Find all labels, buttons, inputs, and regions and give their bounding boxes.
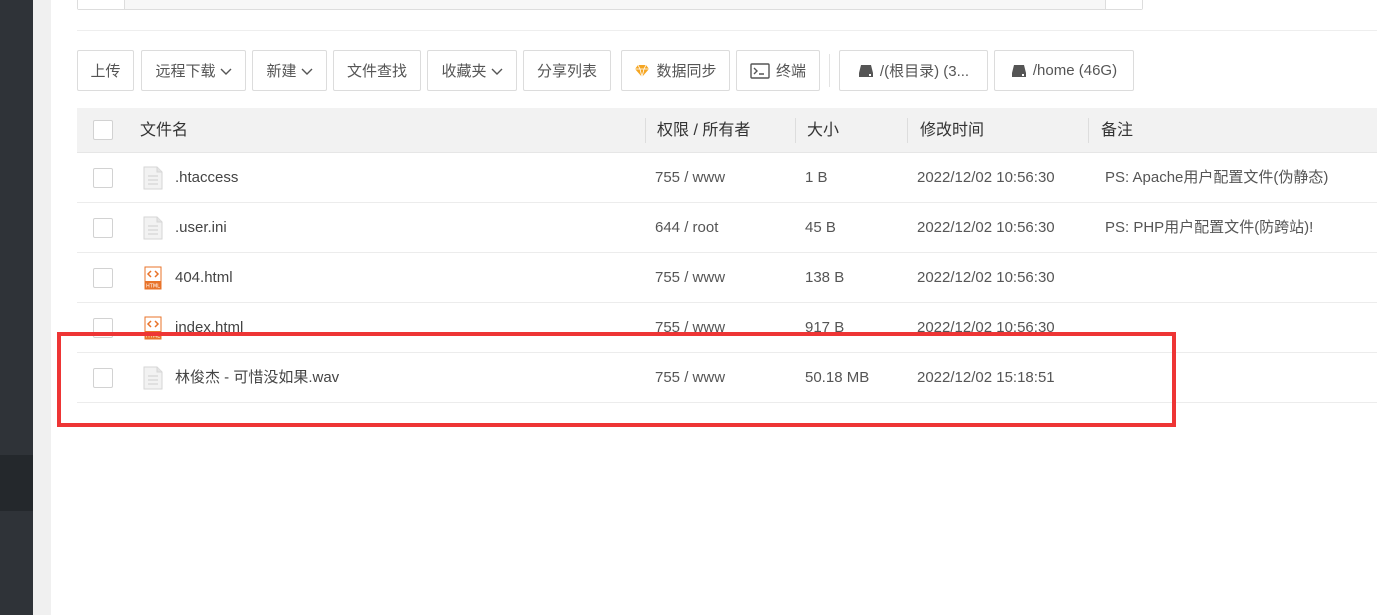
disk-root-button[interactable]: /(根目录) (3...: [839, 50, 988, 91]
divider: [77, 30, 1377, 31]
file-name[interactable]: index.html: [175, 303, 243, 353]
file-search-button[interactable]: 文件查找: [333, 50, 421, 91]
favorites-label: 收藏夹: [441, 63, 487, 80]
chevron-down-icon: [220, 68, 231, 75]
remote-download-label: 远程下载: [155, 63, 216, 80]
file-modified-time: 2022/12/02 15:18:51: [917, 369, 1055, 386]
file-size: 50.18 MB: [805, 369, 870, 386]
file-note[interactable]: PS: PHP用户配置文件(防跨站)!: [1105, 203, 1313, 253]
file-icon: [143, 216, 163, 240]
file-modified-time: 2022/12/02 10:56:30: [917, 319, 1055, 336]
html-file-icon: HTML: [144, 266, 162, 290]
file-icon: [143, 166, 163, 190]
header-modified-time[interactable]: 修改时间: [920, 108, 984, 153]
disk-icon: [858, 64, 873, 77]
file-modified-time: 2022/12/02 10:56:30: [917, 269, 1055, 286]
file-search-label: 文件查找: [346, 63, 407, 80]
file-modified-time: 2022/12/02 10:56:30: [917, 219, 1055, 236]
file-name[interactable]: .htaccess: [175, 153, 238, 203]
file-name[interactable]: 林俊杰 - 可惜没如果.wav: [175, 353, 339, 403]
row-checkbox[interactable]: [93, 168, 113, 188]
data-sync-label: 数据同步: [656, 63, 717, 80]
svg-text:HTML: HTML: [146, 334, 160, 340]
chevron-down-icon: [491, 68, 502, 75]
terminal-button[interactable]: 终端: [736, 50, 820, 91]
chevron-down-icon: [301, 68, 312, 75]
upload-button[interactable]: 上传: [77, 50, 134, 91]
disk-root-label: /(根目录) (3...: [879, 63, 970, 80]
share-list-label: 分享列表: [536, 63, 597, 80]
file-icon: [143, 366, 163, 390]
disk-home-button[interactable]: /home (46G): [994, 50, 1134, 91]
disk-home-label: /home (46G): [1032, 62, 1118, 79]
file-size: 138 B: [805, 269, 845, 286]
file-modified-time: 2022/12/02 10:56:30: [917, 169, 1055, 186]
file-name[interactable]: .user.ini: [175, 203, 227, 253]
new-button[interactable]: 新建: [252, 50, 327, 91]
new-label: 新建: [266, 63, 297, 80]
upload-label: 上传: [90, 63, 121, 80]
svg-text:HTML: HTML: [146, 284, 160, 290]
table-row[interactable]: .htaccess 755 / www 1 B 2022/12/02 10:56…: [77, 153, 1377, 203]
html-file-icon: HTML: [144, 316, 162, 340]
column-separator[interactable]: [1088, 118, 1089, 143]
row-checkbox[interactable]: [93, 368, 113, 388]
column-separator[interactable]: [645, 118, 646, 143]
favorites-button[interactable]: 收藏夹: [427, 50, 517, 91]
path-bar[interactable]: [77, 0, 1143, 10]
disk-icon: [1011, 64, 1026, 77]
file-size: 45 B: [805, 219, 836, 236]
file-permission[interactable]: 644 / root: [655, 203, 718, 253]
diamond-icon: [635, 64, 650, 77]
row-checkbox[interactable]: [93, 318, 113, 338]
sidebar-gap: [33, 0, 51, 615]
row-checkbox[interactable]: [93, 268, 113, 288]
terminal-icon: [750, 62, 770, 79]
row-checkbox[interactable]: [93, 218, 113, 238]
share-list-button[interactable]: 分享列表: [523, 50, 611, 91]
file-name[interactable]: 404.html: [175, 253, 233, 303]
refresh-button[interactable]: [1105, 0, 1142, 9]
file-size: 1 B: [805, 169, 828, 186]
remote-download-button[interactable]: 远程下载: [141, 50, 246, 91]
header-permission[interactable]: 权限 / 所有者: [657, 108, 750, 153]
file-permission[interactable]: 755 / www: [655, 353, 725, 403]
file-permission[interactable]: 755 / www: [655, 303, 725, 353]
header-size[interactable]: 大小: [807, 108, 839, 153]
column-separator[interactable]: [795, 118, 796, 143]
toolbar-separator: [829, 54, 830, 87]
column-separator[interactable]: [907, 118, 908, 143]
file-note[interactable]: PS: Apache用户配置文件(伪静态): [1105, 153, 1328, 203]
file-permission[interactable]: 755 / www: [655, 253, 725, 303]
file-manager-panel: 上传 远程下载 新建 文件查找 收藏夹 分享列表 数据同步 终端 /(根目录) …: [51, 0, 1377, 615]
back-button[interactable]: [78, 0, 125, 9]
file-permission[interactable]: 755 / www: [655, 153, 725, 203]
sidebar: [0, 0, 33, 615]
table-row[interactable]: 林俊杰 - 可惜没如果.wav 755 / www 50.18 MB 2022/…: [77, 353, 1377, 403]
header-filename[interactable]: 文件名: [140, 108, 188, 153]
data-sync-button[interactable]: 数据同步: [621, 50, 730, 91]
terminal-label: 终端: [775, 63, 806, 80]
select-all-checkbox[interactable]: [93, 120, 113, 140]
table-row[interactable]: .user.ini 644 / root 45 B 2022/12/02 10:…: [77, 203, 1377, 253]
file-size: 917 B: [805, 319, 845, 336]
table-row[interactable]: HTML index.html 755 / www 917 B 2022/12/…: [77, 303, 1377, 353]
table-header: 文件名 权限 / 所有者 大小 修改时间 备注: [77, 108, 1377, 153]
header-note[interactable]: 备注: [1101, 108, 1133, 153]
table-row[interactable]: HTML 404.html 755 / www 138 B 2022/12/02…: [77, 253, 1377, 303]
sidebar-active-item[interactable]: [0, 455, 33, 511]
